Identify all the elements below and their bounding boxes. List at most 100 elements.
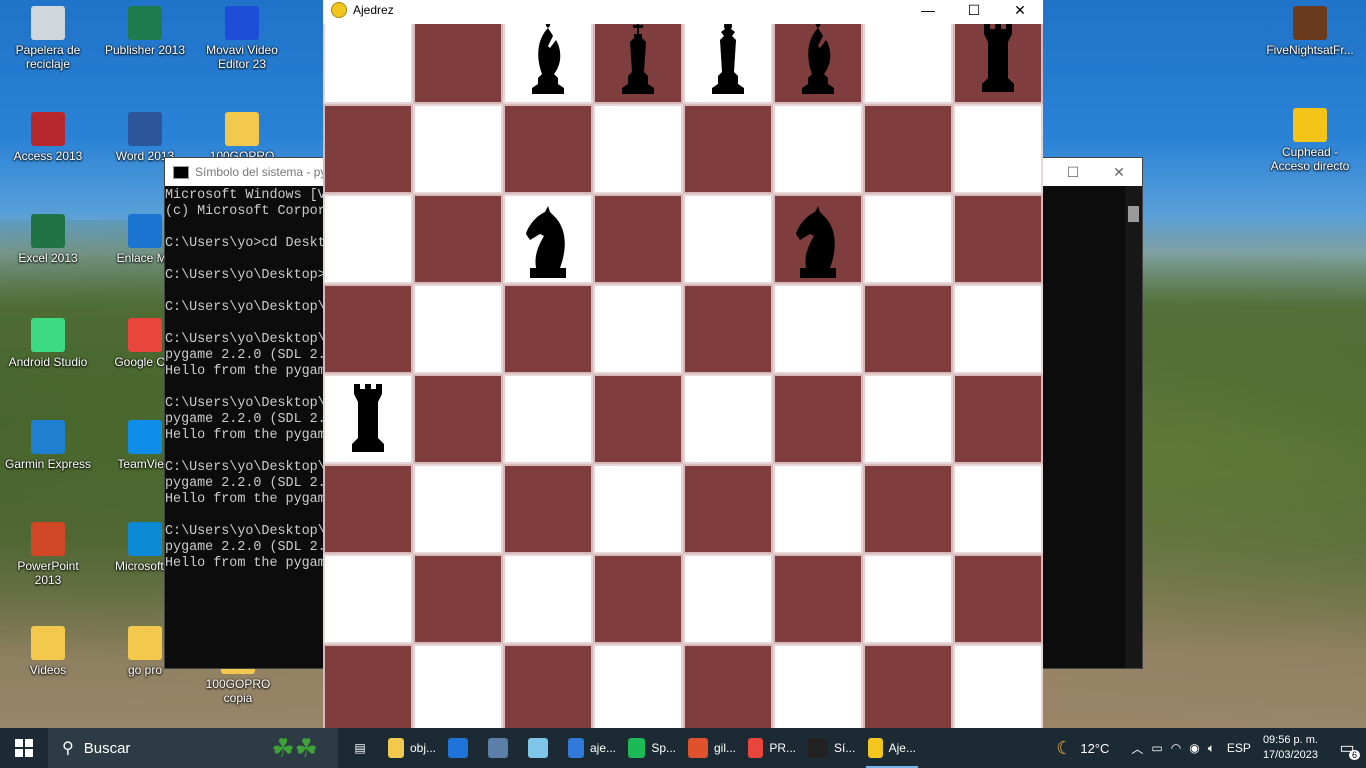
- board-square[interactable]: [593, 104, 683, 194]
- board-square[interactable]: [683, 284, 773, 374]
- board-square[interactable]: [863, 284, 953, 374]
- board-square[interactable]: [413, 554, 503, 644]
- desktop-icon[interactable]: Publisher 2013: [100, 6, 190, 57]
- chess-maximize-button[interactable]: ☐: [951, 0, 997, 20]
- board-square[interactable]: [953, 194, 1043, 284]
- clock[interactable]: 09:56 p. m. 17/03/2023: [1263, 733, 1318, 763]
- board-square[interactable]: [593, 284, 683, 374]
- board-square[interactable]: [323, 24, 413, 104]
- board-square[interactable]: [953, 464, 1043, 554]
- taskbar-app[interactable]: [482, 728, 522, 768]
- board-square[interactable]: [773, 284, 863, 374]
- desktop-icon[interactable]: Garmin Express: [3, 420, 93, 471]
- board-square[interactable]: [593, 464, 683, 554]
- board-square[interactable]: [773, 644, 863, 728]
- board-square[interactable]: [413, 374, 503, 464]
- board-square[interactable]: [773, 104, 863, 194]
- chess-piece-queen-icon[interactable]: [698, 24, 758, 102]
- chess-piece-king-icon[interactable]: [608, 24, 668, 102]
- console-close-button[interactable]: ✕: [1096, 158, 1142, 186]
- board-square[interactable]: [413, 644, 503, 728]
- taskbar-app[interactable]: gil...: [682, 728, 742, 768]
- desktop-icon[interactable]: Videos: [3, 626, 93, 677]
- console-scroll-thumb[interactable]: [1128, 206, 1139, 222]
- taskbar-app[interactable]: aje...: [562, 728, 622, 768]
- board-square[interactable]: [683, 644, 773, 728]
- board-square[interactable]: [413, 194, 503, 284]
- board-square[interactable]: [863, 104, 953, 194]
- board-square[interactable]: [323, 554, 413, 644]
- desktop-icon[interactable]: Excel 2013: [3, 214, 93, 265]
- board-square[interactable]: [413, 284, 503, 374]
- chess-board[interactable]: [323, 24, 1043, 728]
- taskbar-app[interactable]: Sí...: [802, 728, 862, 768]
- board-square[interactable]: [683, 554, 773, 644]
- board-square[interactable]: [953, 644, 1043, 728]
- chess-titlebar[interactable]: Ajedrez — ☐ ✕: [323, 0, 1043, 20]
- board-square[interactable]: [593, 194, 683, 284]
- board-square[interactable]: [863, 374, 953, 464]
- taskbar-app[interactable]: obj...: [382, 728, 442, 768]
- chess-piece-knight-icon[interactable]: [788, 192, 848, 282]
- notifications-button[interactable]: ▭ 6: [1328, 728, 1366, 768]
- chess-piece-bishop-icon[interactable]: [788, 24, 848, 102]
- chess-close-button[interactable]: ✕: [997, 0, 1043, 20]
- board-square[interactable]: [413, 24, 503, 104]
- board-square[interactable]: [863, 464, 953, 554]
- board-square[interactable]: [503, 464, 593, 554]
- desktop-icon[interactable]: Movavi Video Editor 23: [197, 6, 287, 71]
- board-square[interactable]: [503, 644, 593, 728]
- board-square[interactable]: [863, 554, 953, 644]
- chess-minimize-button[interactable]: —: [905, 0, 951, 20]
- chess-piece-rook-icon[interactable]: [338, 372, 398, 462]
- weather-temp[interactable]: 12°C: [1080, 741, 1109, 756]
- chess-piece-knight-icon[interactable]: [518, 192, 578, 282]
- board-square[interactable]: [683, 464, 773, 554]
- board-square[interactable]: [953, 104, 1043, 194]
- board-square[interactable]: [953, 284, 1043, 374]
- desktop-icon[interactable]: Android Studio: [3, 318, 93, 369]
- taskbar-app[interactable]: Sp...: [622, 728, 682, 768]
- desktop-icon[interactable]: Word 2013: [100, 112, 190, 163]
- chess-piece-rook-icon[interactable]: [968, 24, 1028, 102]
- board-square[interactable]: [503, 104, 593, 194]
- network-icon[interactable]: ◠: [1171, 741, 1181, 755]
- weather-moon-icon[interactable]: ☾: [1056, 738, 1072, 759]
- taskbar-app[interactable]: [522, 728, 562, 768]
- taskbar-app[interactable]: Aje...: [862, 728, 922, 768]
- board-square[interactable]: [593, 374, 683, 464]
- board-square[interactable]: [323, 284, 413, 374]
- board-square[interactable]: [863, 24, 953, 104]
- board-square[interactable]: [593, 644, 683, 728]
- board-square[interactable]: [953, 554, 1043, 644]
- taskbar-app[interactable]: [442, 728, 482, 768]
- board-square[interactable]: [683, 104, 773, 194]
- board-square[interactable]: [953, 374, 1043, 464]
- chess-window[interactable]: Ajedrez — ☐ ✕: [323, 0, 1043, 728]
- taskbar-search[interactable]: ⚲ Buscar ☘☘: [48, 728, 338, 768]
- webcam-icon[interactable]: ◉: [1189, 741, 1199, 755]
- task-view-button[interactable]: ▤: [338, 728, 382, 768]
- board-square[interactable]: [323, 194, 413, 284]
- board-square[interactable]: [503, 284, 593, 374]
- desktop-icon[interactable]: 100GOPRO: [197, 112, 287, 163]
- board-square[interactable]: [413, 464, 503, 554]
- chevron-up-icon[interactable]: ︿: [1131, 740, 1143, 757]
- desktop-icon[interactable]: FiveNightsatFr...: [1262, 6, 1358, 57]
- desktop-icon[interactable]: Cuphead - Acceso directo: [1262, 108, 1358, 173]
- console-maximize-button[interactable]: ☐: [1050, 158, 1096, 186]
- volume-icon[interactable]: 🔈︎: [1208, 741, 1215, 756]
- battery-icon[interactable]: ▭: [1151, 741, 1162, 755]
- board-square[interactable]: [773, 464, 863, 554]
- board-square[interactable]: [323, 464, 413, 554]
- board-square[interactable]: [323, 104, 413, 194]
- chess-piece-bishop-icon[interactable]: [518, 24, 578, 102]
- board-square[interactable]: [503, 374, 593, 464]
- board-square[interactable]: [863, 644, 953, 728]
- board-square[interactable]: [323, 644, 413, 728]
- desktop-icon[interactable]: Papelera de reciclaje: [3, 6, 93, 71]
- board-square[interactable]: [863, 194, 953, 284]
- console-scrollbar[interactable]: [1125, 186, 1142, 668]
- board-square[interactable]: [773, 374, 863, 464]
- board-square[interactable]: [683, 194, 773, 284]
